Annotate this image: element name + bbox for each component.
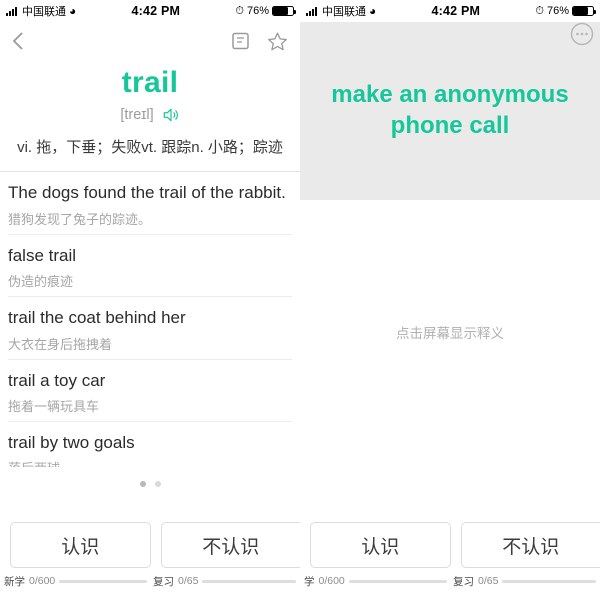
nav-bar-left <box>0 22 300 60</box>
battery-percent-label: 76% <box>246 5 269 17</box>
example-en: The dogs found the trail of the rabbit. <box>8 183 286 202</box>
star-outline-icon[interactable] <box>267 31 288 52</box>
new-progress: 新学 0/600 <box>4 574 147 589</box>
status-left-group: 中国联通 ◕ <box>6 3 76 19</box>
page-dot[interactable] <box>154 481 161 488</box>
status-bar-left: 中国联通 ◕ 4:42 PM ⏱ 76% <box>0 0 300 22</box>
answer-header: make an anonymous phone call <box>300 22 600 200</box>
progress-row: 新学 0/600 复习 0/65 <box>0 570 300 592</box>
new-count: 0/600 <box>29 575 56 587</box>
review-count: 0/65 <box>178 575 199 587</box>
review-progress: 复习 0/65 <box>153 574 296 589</box>
status-left-group: 中国联通 ◕ <box>306 3 376 19</box>
more-horizontal-icon[interactable] <box>570 22 594 51</box>
speaker-icon[interactable] <box>162 106 180 124</box>
left-screen: 中国联通 ◕ 4:42 PM ⏱ 76% trail [treɪl] vi. 拖… <box>0 0 300 600</box>
status-bar-right: 中国联通 ◕ 4:42 PM ⏱ 76% <box>300 0 600 22</box>
example-cn: 猎狗发现了兔子的踪迹。 <box>8 212 152 228</box>
page-indicator <box>0 473 300 493</box>
list-item[interactable]: trail by two goals 落后两球 <box>8 422 292 473</box>
example-en: trail the coat behind her <box>8 308 186 328</box>
list-item[interactable]: false trail 伪造的痕迹 <box>8 235 292 298</box>
wifi-icon: ◕ <box>369 4 377 18</box>
clock-label: 4:42 PM <box>431 4 481 18</box>
known-button[interactable]: 认识 <box>10 522 151 568</box>
example-cn: 落后两球 <box>8 458 292 467</box>
known-button[interactable]: 认识 <box>310 522 451 568</box>
list-item[interactable]: The dogs found the trail of the rabbit. … <box>8 172 292 236</box>
alarm-clock-icon: ⏱ <box>535 4 544 17</box>
review-label: 复习 <box>453 575 474 588</box>
battery-icon <box>572 6 596 16</box>
wifi-icon: ◕ <box>69 4 77 18</box>
review-label: 复习 <box>153 575 174 588</box>
status-right-group: ⏱ 76% <box>535 4 596 18</box>
status-right-group: ⏱ 76% <box>235 4 296 18</box>
review-progress: 复习 0/65 <box>453 574 596 589</box>
list-item[interactable]: trail the coat behind her 大衣在身后拖拽着 <box>8 297 292 360</box>
example-cn: 伪造的痕迹 <box>8 274 74 290</box>
progress-bar-right: 学 0/600 复习 0/65 <box>300 570 600 600</box>
example-cn: 拖着一辆玩具车 <box>8 398 100 414</box>
example-en: trail a toy car <box>8 370 106 390</box>
clock-label: 4:42 PM <box>131 4 181 18</box>
tap-hint-label: 点击屏幕显示释义 <box>396 326 504 341</box>
example-en: trail by two goals <box>8 432 135 452</box>
answer-buttons-right: 认识 不认识 <box>300 522 600 568</box>
example-cn: 大衣在身后拖拽着 <box>8 336 113 352</box>
alarm-clock-icon: ⏱ <box>235 4 244 17</box>
chevron-left-icon[interactable] <box>12 31 24 51</box>
new-label: 新学 <box>4 575 25 588</box>
note-edit-icon[interactable] <box>231 31 251 51</box>
word-header: trail [treɪl] vi. 拖，下垂；失败vt. 跟踪n. 小路；踪迹 <box>0 60 300 171</box>
carrier-label: 中国联通 <box>322 6 366 18</box>
new-progress-track <box>59 579 147 583</box>
phonetic-label: [treɪl] <box>120 107 154 123</box>
right-screen: 中国联通 ◕ 4:42 PM ⏱ 76% make an anonymous p… <box>300 0 600 600</box>
new-label: 学 <box>304 575 315 588</box>
unknown-button[interactable]: 不认识 <box>160 522 300 568</box>
unknown-button[interactable]: 不认识 <box>460 522 600 568</box>
battery-percent-label: 76% <box>546 5 569 17</box>
review-progress-track <box>202 579 296 583</box>
review-count: 0/65 <box>478 575 499 587</box>
answer-phrase: make an anonymous phone call <box>331 81 569 139</box>
new-progress: 学 0/600 <box>304 574 447 589</box>
nav-actions <box>231 31 288 52</box>
definitions-label: vi. 拖，下垂；失败vt. 跟踪n. 小路；踪迹 <box>17 139 283 156</box>
signal-strength-icon <box>306 6 319 16</box>
phonetic-row: [treɪl] <box>0 106 300 124</box>
battery-icon <box>272 6 296 16</box>
progress-bar-left: 新学 0/600 复习 0/65 <box>0 570 300 600</box>
word-title: trail <box>121 66 179 99</box>
new-count: 0/600 <box>318 575 345 587</box>
examples-list: The dogs found the trail of the rabbit. … <box>0 172 300 473</box>
page-dot-active[interactable] <box>139 481 146 488</box>
dual-screenshot-container: 中国联通 ◕ 4:42 PM ⏱ 76% trail [treɪl] vi. 拖… <box>0 0 600 600</box>
new-progress-track <box>348 579 447 583</box>
answer-buttons-left: 认识 不认识 <box>0 522 300 568</box>
example-en: false trail <box>8 246 77 266</box>
signal-strength-icon <box>6 6 19 16</box>
carrier-label: 中国联通 <box>22 6 66 18</box>
list-item[interactable]: trail a toy car 拖着一辆玩具车 <box>8 360 292 422</box>
progress-row: 学 0/600 复习 0/65 <box>300 570 600 592</box>
review-progress-track <box>502 579 596 583</box>
